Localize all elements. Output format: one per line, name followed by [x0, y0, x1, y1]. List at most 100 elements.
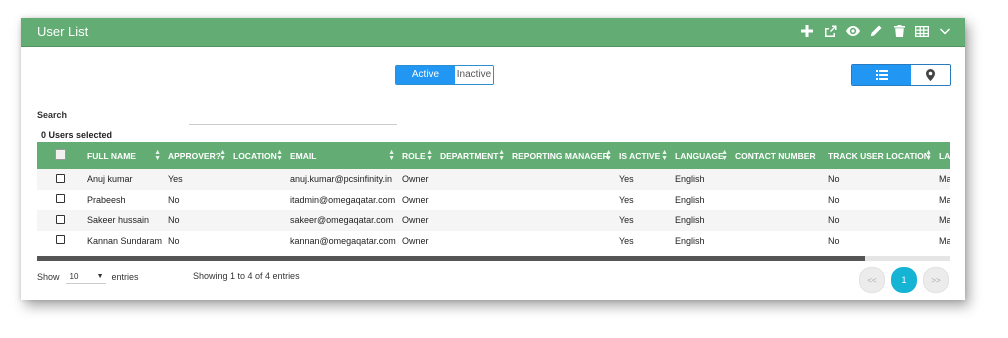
- sort-icon: ▲ ▼: [925, 149, 932, 162]
- table-row[interactable]: Sakeer hussain No sakeer@omegaqatar.com …: [37, 210, 950, 231]
- cell-track-user-location: No: [824, 230, 935, 251]
- show-label: Show: [37, 271, 60, 282]
- col-header-role[interactable]: ROLE ▲ ▼: [398, 142, 436, 169]
- sort-icon: ▲ ▼: [721, 149, 728, 162]
- col-header-full-name[interactable]: FULL NAME ▲ ▼: [83, 142, 164, 169]
- col-header-reporting-manager[interactable]: REPORTING MANAGER ▲ ▼: [508, 142, 615, 169]
- selected-count: 0 Users selected: [41, 130, 113, 140]
- toolbar: [799, 21, 953, 41]
- cell-is-active: Yes: [615, 189, 671, 210]
- cell-role: Owner: [398, 189, 436, 210]
- col-header-label: DEPARTMENT: [440, 150, 499, 161]
- cell-last: Ma: [935, 230, 950, 251]
- row-select-cell: [37, 210, 83, 231]
- list-view-button[interactable]: [852, 65, 911, 85]
- col-header-label: APPROVER?: [168, 150, 221, 161]
- pencil-icon[interactable]: [868, 21, 884, 41]
- row-checkbox[interactable]: [55, 235, 65, 245]
- search-label: Search: [37, 110, 68, 120]
- cell-language: English: [671, 210, 731, 231]
- cell-last: Ma: [935, 210, 950, 231]
- cell-last: Ma: [935, 189, 950, 210]
- col-header-label: TRACK USER LOCATION: [828, 150, 930, 161]
- page-size-control: Show 10 ▼ entries: [37, 269, 139, 284]
- sort-icon: ▲ ▼: [661, 149, 668, 162]
- user-list-panel: User List Active Inactive Search 0 Users…: [21, 18, 965, 300]
- cell-language: English: [671, 189, 731, 210]
- users-table-wrapper: FULL NAME ▲ ▼ APPROVER? ▲ ▼ LOCATION ▲ ▼ EMAIL…: [37, 142, 950, 260]
- scrollbar-thumb[interactable]: [37, 256, 865, 261]
- trash-icon[interactable]: [891, 21, 907, 41]
- col-header-last[interactable]: LAS: [935, 142, 950, 169]
- sort-icon: ▲ ▼: [388, 149, 395, 162]
- plus-icon[interactable]: [799, 21, 815, 41]
- panel-header: User List: [21, 18, 965, 47]
- cell-reporting-manager: [508, 230, 615, 251]
- cell-contact-number: [731, 230, 824, 251]
- cell-contact-number: [731, 210, 824, 231]
- cell-full-name: Sakeer hussain: [83, 210, 164, 231]
- horizontal-scrollbar[interactable]: [37, 256, 950, 261]
- col-header-approver[interactable]: APPROVER? ▲ ▼: [164, 142, 229, 169]
- cell-last: Ma: [935, 169, 950, 190]
- col-header-is-active[interactable]: IS ACTIVE ▲ ▼: [615, 142, 671, 169]
- cell-full-name: Kannan Sundaram: [83, 230, 164, 251]
- cell-role: Owner: [398, 169, 436, 190]
- col-header-label: CONTACT NUMBER: [735, 150, 816, 161]
- col-header-label: LANGUAGE: [675, 150, 724, 161]
- map-view-button[interactable]: [911, 65, 950, 85]
- search-input[interactable]: [189, 114, 397, 125]
- list-icon: [875, 70, 888, 80]
- cell-email: kannan@omegaqatar.com: [286, 230, 398, 251]
- cell-track-user-location: No: [824, 189, 935, 210]
- showing-entries-text: Showing 1 to 4 of 4 entries: [193, 271, 300, 281]
- page-size-select[interactable]: 10 ▼: [65, 269, 106, 284]
- table-row[interactable]: Anuj kumar Yes anuj.kumar@pcsinfinity.in…: [37, 169, 950, 190]
- panel-title: User List: [37, 24, 89, 39]
- col-header-track-user-location[interactable]: TRACK USER LOCATION ▲ ▼: [824, 142, 935, 169]
- col-header-department[interactable]: DEPARTMENT ▲ ▼: [436, 142, 508, 169]
- select-all-checkbox[interactable]: [54, 149, 66, 160]
- col-header-label: LAS: [939, 150, 950, 161]
- col-header-email[interactable]: EMAIL ▲ ▼: [286, 142, 398, 169]
- cell-department: [436, 210, 508, 231]
- col-header-contact-number[interactable]: CONTACT NUMBER: [731, 142, 824, 169]
- status-toggle: Active Inactive: [395, 65, 494, 85]
- cell-email: anuj.kumar@pcsinfinity.in: [286, 169, 398, 190]
- entries-label: entries: [111, 271, 139, 282]
- chevron-down-icon[interactable]: [937, 21, 953, 41]
- page-size-value: 10: [69, 271, 79, 281]
- col-header-label: FULL NAME: [87, 150, 136, 161]
- eye-icon[interactable]: [845, 21, 861, 41]
- row-checkbox[interactable]: [55, 194, 65, 204]
- page-1-button[interactable]: 1: [891, 267, 917, 293]
- col-header-language[interactable]: LANGUAGE ▲ ▼: [671, 142, 731, 169]
- pagination: << 1 >>: [859, 267, 949, 293]
- cell-reporting-manager: [508, 189, 615, 210]
- previous-page-button[interactable]: <<: [859, 267, 885, 293]
- cell-approver: No: [164, 230, 229, 251]
- cell-language: English: [671, 230, 731, 251]
- cell-contact-number: [731, 189, 824, 210]
- select-all-cell: [37, 142, 83, 169]
- row-checkbox[interactable]: [55, 173, 65, 183]
- sort-icon: ▲ ▼: [605, 149, 612, 162]
- cell-department: [436, 230, 508, 251]
- active-button[interactable]: Active: [396, 66, 455, 84]
- next-page-button[interactable]: >>: [923, 267, 949, 293]
- export-icon[interactable]: [822, 21, 838, 41]
- cell-full-name: Anuj kumar: [83, 169, 164, 190]
- sort-icon: ▲ ▼: [426, 149, 433, 162]
- cell-email: itadmin@omegaqatar.com: [286, 189, 398, 210]
- row-checkbox[interactable]: [55, 214, 65, 224]
- inactive-button[interactable]: Inactive: [455, 66, 493, 84]
- cell-department: [436, 189, 508, 210]
- col-header-label: REPORTING MANAGER: [512, 150, 609, 161]
- cell-role: Owner: [398, 230, 436, 251]
- table-row[interactable]: Prabeesh No itadmin@omegaqatar.com Owner…: [37, 189, 950, 210]
- col-header-label: IS ACTIVE: [619, 150, 661, 161]
- cell-is-active: Yes: [615, 230, 671, 251]
- grid-icon[interactable]: [914, 21, 930, 41]
- col-header-location[interactable]: LOCATION ▲ ▼: [229, 142, 286, 169]
- table-row[interactable]: Kannan Sundaram No kannan@omegaqatar.com…: [37, 230, 950, 251]
